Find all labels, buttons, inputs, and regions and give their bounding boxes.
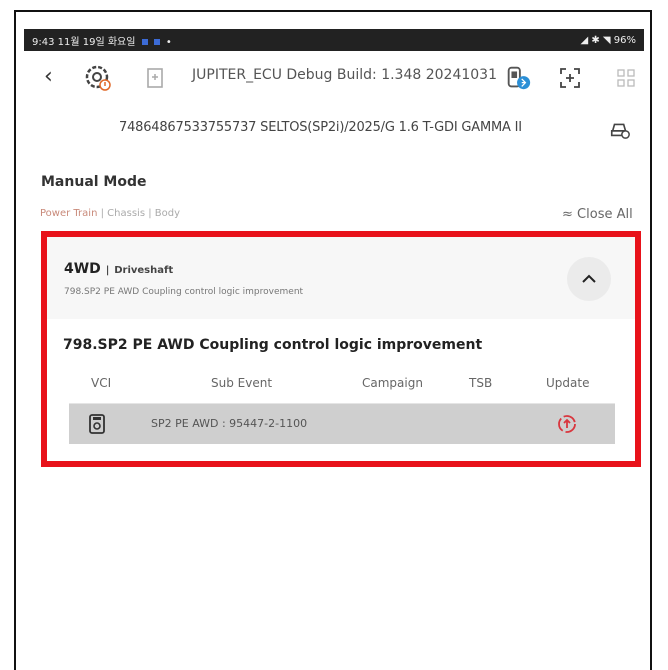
category-separator: | <box>100 208 104 219</box>
vehicle-info-bar: 74864867533755737 SELTOS(SP2i)/2025/G 1.… <box>24 108 644 152</box>
screen-capture-icon[interactable] <box>556 64 584 92</box>
document-icon[interactable] <box>142 64 170 92</box>
vci-bluetooth-icon[interactable] <box>504 64 532 92</box>
double-chevron-up-icon: ≈ <box>562 207 573 222</box>
category-breadcrumb: Power Train | Chassis | Body <box>40 208 180 219</box>
category-chassis[interactable]: Chassis <box>107 208 145 219</box>
status-bar: 9:43 11월 19일 화요일 • ◢ ✱ ◥ 96% <box>24 29 644 51</box>
close-all-button[interactable]: ≈ Close All <box>562 207 633 222</box>
category-body[interactable]: Body <box>155 208 180 219</box>
category-separator: | <box>148 208 152 219</box>
manual-mode-title: Manual Mode <box>41 174 147 190</box>
grid-menu-icon[interactable] <box>612 64 640 92</box>
vehicle-settings-icon[interactable] <box>609 118 631 140</box>
highlight-box <box>41 231 641 467</box>
back-icon[interactable]: ‹ <box>44 66 64 88</box>
vehicle-scan-icon[interactable] <box>84 64 112 92</box>
app-title: JUPITER_ECU Debug Build: 1.348 20241031 <box>192 67 497 83</box>
status-time: 9:43 11월 19일 화요일 • <box>32 36 172 48</box>
category-power-train[interactable]: Power Train <box>40 208 97 219</box>
top-bar: ‹ JUPITER_ECU Debug Build: 1.348 2024103… <box>24 52 644 104</box>
status-battery: ◢ ✱ ◥ 96% <box>580 34 636 46</box>
vehicle-info-text: 74864867533755737 SELTOS(SP2i)/2025/G 1.… <box>119 120 522 135</box>
